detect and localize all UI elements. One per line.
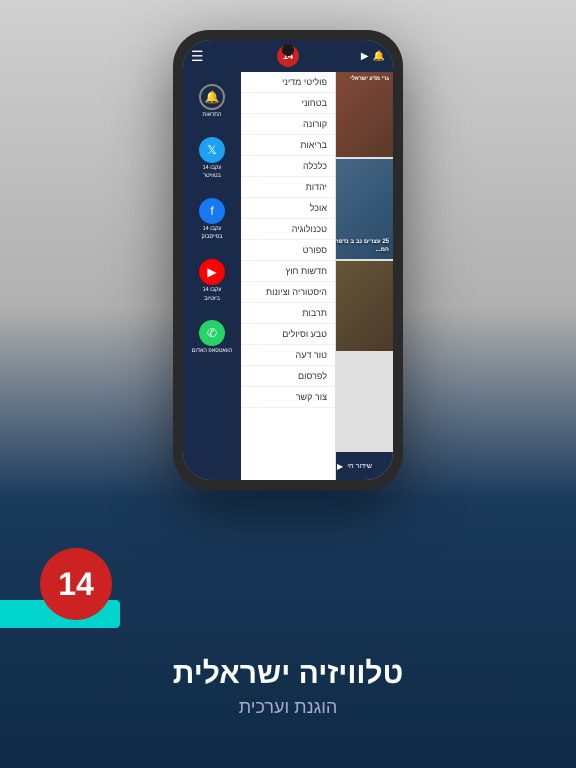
menu-item-foreign[interactable]: חדשות חוץ xyxy=(241,261,335,282)
hamburger-icon[interactable]: ☰ xyxy=(191,48,204,65)
facebook-icon: f xyxy=(199,198,225,224)
menu-item-sports[interactable]: ספורט xyxy=(241,240,335,261)
bell-icon: 🔔 xyxy=(199,84,225,110)
menu-item-political[interactable]: פוליטי מדיני xyxy=(241,72,335,93)
whatsapp-block[interactable]: ✆ הוואטסאפ האדום xyxy=(188,316,236,359)
menu-item-culture[interactable]: תרבות xyxy=(241,303,335,324)
bell-label: התראות xyxy=(203,112,222,119)
large-logo-circle: 14 xyxy=(40,548,112,620)
menu-item-tech[interactable]: טכנולוגיה xyxy=(241,219,335,240)
youtube-label: עקבו 14 xyxy=(203,287,222,294)
header-icons: ▶ 🔔 xyxy=(361,51,385,62)
menu-item-nature[interactable]: טבע וסיולים xyxy=(241,324,335,345)
app-body: 🔔 התראות 𝕏 עקבו 14 בטוויטר f עקבו 14 בפי… xyxy=(183,72,393,480)
facebook-label: עקבו 14 xyxy=(203,226,222,233)
menu-item-food[interactable]: אוכל xyxy=(241,198,335,219)
menu-item-opinion[interactable]: טור דעה xyxy=(241,345,335,366)
bell-notif-block[interactable]: 🔔 התראות xyxy=(195,80,229,123)
twitter-label2: בטוויטר xyxy=(203,173,221,180)
menu-item-corona[interactable]: קורונה xyxy=(241,114,335,135)
live-label: שידור חי xyxy=(347,463,372,470)
menu-item-advertise[interactable]: לפרסום xyxy=(241,366,335,387)
bell-header-icon[interactable]: 🔔 xyxy=(373,51,385,62)
notifications-panel: 🔔 התראות 𝕏 עקבו 14 בטוויטר f עקבו 14 בפי… xyxy=(183,72,241,480)
twitter-block[interactable]: 𝕏 עקבו 14 בטוויטר xyxy=(195,133,229,184)
sidebar-menu: פוליטי מדיני בטחוני קורונה בריאות כלכלה … xyxy=(241,72,336,480)
app-title: טלוויזיה ישראלית xyxy=(173,657,403,691)
menu-item-contact[interactable]: צור קשר xyxy=(241,387,335,408)
facebook-block[interactable]: f עקבו 14 בפייסבוק xyxy=(195,194,229,245)
whatsapp-icon: ✆ xyxy=(199,320,225,346)
phone-body: ☰ 14 ▶ 🔔 🔔 התראות 𝕏 עקבו 14 xyxy=(173,30,403,490)
live-icon: ▶ xyxy=(337,462,343,471)
twitter-icon: 𝕏 xyxy=(199,137,225,163)
youtube-icon: ▶ xyxy=(199,259,225,285)
facebook-label2: בפייסבוק xyxy=(202,234,223,241)
phone-screen: ☰ 14 ▶ 🔔 🔔 התראות 𝕏 עקבו 14 xyxy=(183,40,393,480)
menu-item-health[interactable]: בריאות xyxy=(241,135,335,156)
menu-item-security[interactable]: בטחוני xyxy=(241,93,335,114)
menu-item-history[interactable]: היסטוריה וציונות xyxy=(241,282,335,303)
camera-dot xyxy=(282,44,294,56)
menu-item-judaism[interactable]: יהדות xyxy=(241,177,335,198)
app-subtitle: הוגנת וערכית xyxy=(239,697,338,718)
phone-mockup: ☰ 14 ▶ 🔔 🔔 התראות 𝕏 עקבו 14 xyxy=(173,30,403,490)
youtube-label2: ביוטיוב xyxy=(204,296,220,303)
bottom-text-block: טלוויזיה ישראלית הוגנת וערכית xyxy=(0,657,576,718)
whatsapp-label: הוואטסאפ האדום xyxy=(192,348,232,355)
menu-item-economy[interactable]: כלכלה xyxy=(241,156,335,177)
youtube-block[interactable]: ▶ עקבו 14 ביוטיוב xyxy=(195,255,229,306)
twitter-label: עקבו 14 xyxy=(203,165,222,172)
video-icon[interactable]: ▶ xyxy=(361,51,369,62)
